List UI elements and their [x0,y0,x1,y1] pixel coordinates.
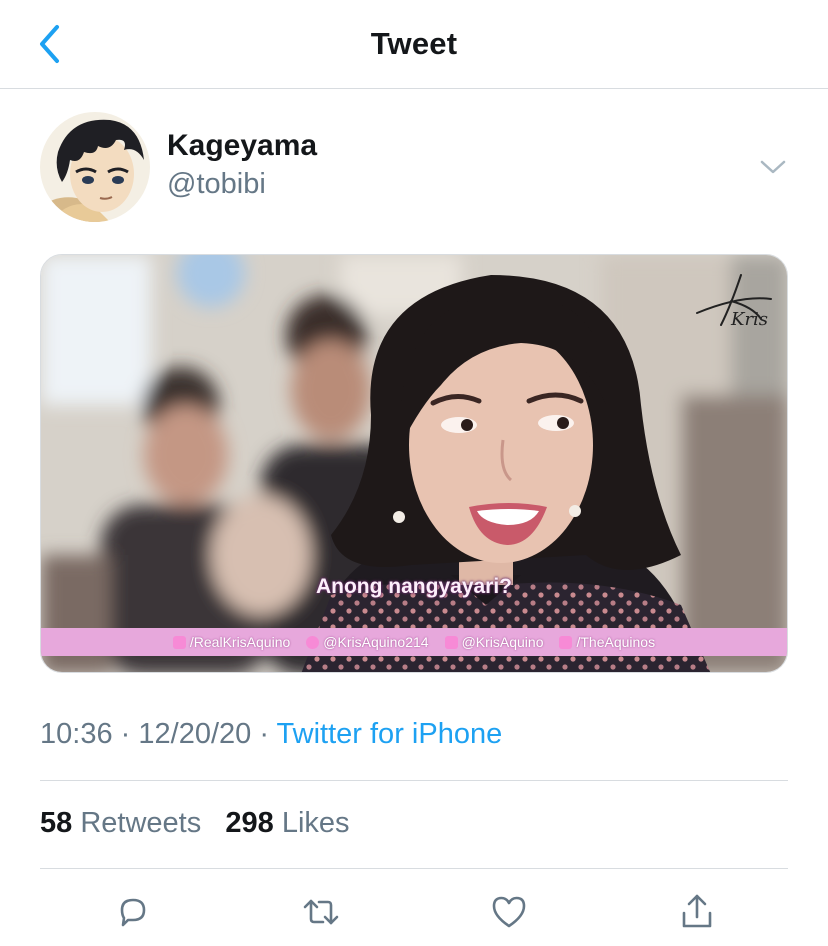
likes-stat[interactable]: 298 Likes [225,807,349,839]
facebook-icon [172,635,186,649]
tweet-media-image[interactable]: Kris Anong nangyayari? /RealKrisAquino @… [40,254,788,673]
svg-text:Kris: Kris [730,309,768,330]
user-handle[interactable]: @tobibi [167,167,317,201]
avatar[interactable] [40,112,150,222]
share-button[interactable] [675,890,719,934]
retweets-stat[interactable]: 58 Retweets [40,807,209,839]
youtube-icon [559,635,573,649]
likes-count: 298 [225,807,274,839]
instagram-icon [444,635,458,649]
page-title: Tweet [370,26,458,61]
video-subtitle: Anong nangyayari? [315,575,513,598]
retweet-icon [303,899,339,925]
facebook-handle-text: /RealKrisAquino [189,634,291,650]
tweet-timestamp-row: 10:36 · 12/20/20 · Twitter for iPhone [40,718,502,751]
facebook-handle: /RealKrisAquino [172,634,291,650]
reply-icon [120,898,146,927]
share-icon [682,894,712,928]
divider [40,868,788,869]
instagram-handle-text: @KrisAquino [461,634,544,650]
tweet-time: 10:36 [40,718,113,750]
twitter-handle: @KrisAquino214 [306,634,429,650]
twitter-handle-text: @KrisAquino214 [323,634,429,650]
more-options-button[interactable] [758,152,788,182]
likes-label: Likes [281,807,350,839]
twitter-icon [306,635,320,649]
youtube-handle: /TheAquinos [559,634,655,650]
tweet-stats: 58 Retweets 298 Likes [40,807,350,840]
author-names: Kageyama @tobibi [167,128,317,201]
like-button[interactable] [487,890,531,934]
youtube-handle-text: /TheAquinos [576,634,656,650]
tweet-source-link[interactable]: Twitter for iPhone [277,718,503,750]
divider [40,780,788,781]
separator-dot: · [259,718,269,750]
social-handles-bar: /RealKrisAquino @KrisAquino214 @KrisAqui… [41,628,787,656]
like-icon [492,896,526,928]
nav-bar: Tweet [0,0,828,89]
chevron-down-icon [760,160,786,174]
tweet-date: 12/20/20 [138,718,252,750]
display-name[interactable]: Kageyama [167,128,317,164]
retweets-count: 58 [40,807,73,839]
tweet-author: Kageyama @tobibi [40,112,788,224]
instagram-handle: @KrisAquino [444,634,544,650]
separator-dot: · [120,718,131,750]
retweet-button[interactable] [299,890,343,934]
reply-button[interactable] [111,890,155,934]
retweets-label: Retweets [80,807,202,839]
tweet-action-bar [0,888,828,938]
